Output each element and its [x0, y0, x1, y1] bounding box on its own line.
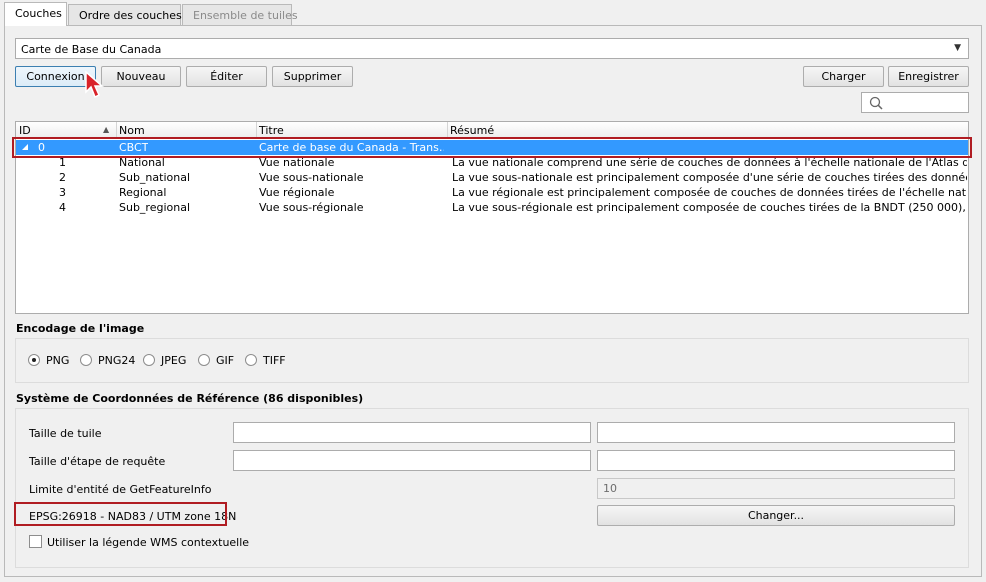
table-row[interactable]: 4 Sub_regional Vue sous-régionale La vue… [16, 200, 968, 215]
change-crs-button[interactable]: Changer... [597, 505, 955, 526]
row-id: 4 [59, 201, 66, 214]
edit-button-label: Éditer [210, 70, 243, 83]
tab-ensemble-de-tuiles[interactable]: Ensemble de tuiles [182, 4, 298, 25]
sort-up-icon: ▲ [103, 125, 110, 134]
chevron-down-icon: ▼ [954, 43, 961, 53]
connect-button-label: Connexion [26, 70, 85, 83]
radio-tiff-label: TIFF [263, 354, 286, 367]
mouse-cursor-icon [85, 70, 104, 99]
crs-highlight [14, 502, 227, 526]
column-header-id[interactable]: ID [19, 124, 31, 137]
column-header-name[interactable]: Nom [119, 124, 145, 137]
load-button[interactable]: Charger [803, 66, 884, 87]
new-button-label: Nouveau [116, 70, 166, 83]
server-select[interactable]: Carte de Base du Canada ▼ [15, 38, 969, 59]
contextual-legend-label: Utiliser la légende WMS contextuelle [47, 536, 250, 549]
radio-png24-label: PNG24 [98, 354, 136, 367]
delete-button[interactable]: Supprimer [272, 66, 353, 87]
radio-png24[interactable] [80, 354, 92, 366]
radio-jpeg[interactable] [143, 354, 155, 366]
radio-tiff[interactable] [245, 354, 257, 366]
save-button-label: Enregistrer [898, 70, 959, 83]
contextual-legend-checkbox[interactable] [29, 535, 42, 548]
tab-ordre-des-couches[interactable]: Ordre des couches [68, 4, 182, 25]
encoding-group: PNG PNG24 JPEG GIF TIFF [15, 338, 969, 383]
selected-row-highlight [12, 137, 972, 158]
radio-jpeg-label: JPEG [161, 354, 187, 367]
crs-group-title: Système de Coordonnées de Référence (86 … [16, 392, 364, 405]
step-width-input[interactable] [233, 450, 591, 471]
step-height-input[interactable] [597, 450, 955, 471]
new-button[interactable]: Nouveau [101, 66, 181, 87]
server-select-value: Carte de Base du Canada [21, 43, 162, 56]
table-header: ID ▲ Nom Titre Résumé [16, 122, 968, 138]
feature-limit-input[interactable]: 10 [597, 478, 955, 499]
column-header-title[interactable]: Titre [259, 124, 284, 137]
radio-gif[interactable] [198, 354, 210, 366]
row-title: Vue régionale [259, 186, 335, 199]
row-title: Vue sous-nationale [259, 171, 364, 184]
row-summary: La vue régionale est principalement comp… [452, 186, 967, 199]
radio-png-label: PNG [46, 354, 70, 367]
row-name: Sub_regional [119, 201, 191, 214]
radio-png[interactable] [28, 354, 40, 366]
radio-gif-label: GIF [216, 354, 235, 367]
table-row[interactable]: 2 Sub_national Vue sous-nationale La vue… [16, 170, 968, 185]
row-summary: La vue sous-régionale est principalement… [452, 201, 967, 214]
row-name: Sub_national [119, 171, 191, 184]
step-size-label: Taille d'étape de requête [29, 455, 166, 468]
tile-height-input[interactable] [597, 422, 955, 443]
column-header-summary[interactable]: Résumé [450, 124, 494, 137]
row-title: Vue sous-régionale [259, 201, 364, 214]
search-icon [869, 96, 883, 110]
tile-size-label: Taille de tuile [29, 427, 102, 440]
row-id: 2 [59, 171, 66, 184]
table-row[interactable]: 3 Regional Vue régionale La vue régional… [16, 185, 968, 200]
feature-limit-value: 10 [603, 482, 617, 495]
load-button-label: Charger [821, 70, 866, 83]
encoding-group-title: Encodage de l'image [16, 322, 145, 335]
tab-couches[interactable]: Couches [4, 2, 67, 26]
change-crs-button-label: Changer... [747, 509, 805, 522]
save-button[interactable]: Enregistrer [888, 66, 969, 87]
edit-button[interactable]: Éditer [186, 66, 267, 87]
search-input[interactable] [861, 92, 969, 113]
feature-limit-label: Limite d'entité de GetFeatureInfo [29, 483, 212, 496]
tile-width-input[interactable] [233, 422, 591, 443]
row-summary: La vue sous-nationale est principalement… [452, 171, 967, 184]
row-name: Regional [119, 186, 167, 199]
row-id: 3 [59, 186, 66, 199]
delete-button-label: Supprimer [283, 70, 342, 83]
